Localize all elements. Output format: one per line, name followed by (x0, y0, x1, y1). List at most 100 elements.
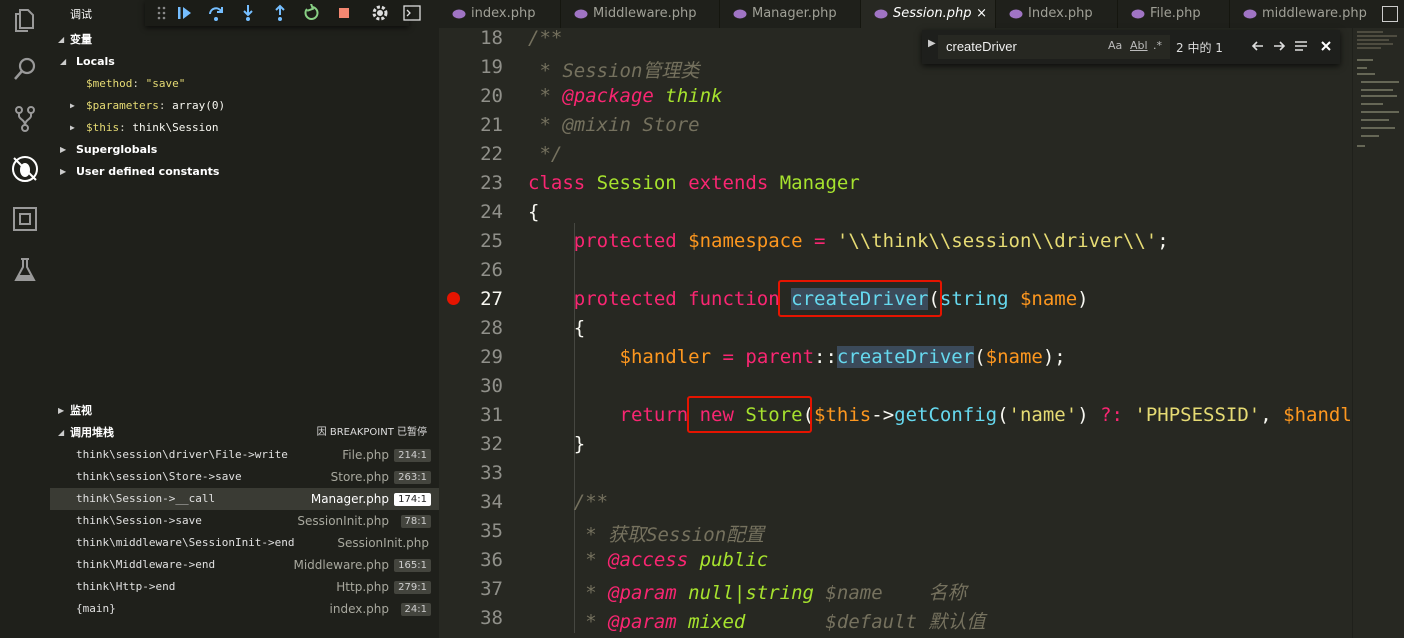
line-number: 30 (480, 375, 503, 397)
find-in-selection-icon[interactable] (1293, 38, 1309, 54)
line-number: 33 (480, 462, 503, 484)
line-number: 29 (480, 346, 503, 368)
regex-toggle[interactable]: .* (1153, 39, 1162, 52)
chevron-down-icon: ◢ (60, 57, 67, 66)
debug-console-icon[interactable] (403, 5, 421, 21)
code-line: * @package think (528, 85, 723, 107)
line-number: 37 (480, 578, 503, 600)
line-number: 26 (480, 259, 503, 281)
continue-icon[interactable] (175, 4, 193, 22)
code-line: * 获取Session配置 (528, 524, 765, 546)
chevron-down-icon: ◢ (58, 35, 65, 44)
minimap-preview (1357, 31, 1399, 147)
code-line: */ (528, 143, 563, 165)
find-match-count: 2 中的 1 (1176, 41, 1223, 55)
php-file-icon (733, 9, 747, 19)
php-file-icon (574, 9, 588, 19)
step-into-icon[interactable] (239, 4, 257, 22)
line-number: 35 (480, 520, 503, 542)
line-number: 20 (480, 85, 503, 107)
callstack-frame[interactable]: think\Session->save SessionInit.php 78:1 (50, 510, 439, 532)
superglobals-scope[interactable]: ▶ Superglobals (50, 139, 439, 161)
callstack-frame-selected[interactable]: think\Session->__call Manager.php 174:1 (50, 488, 439, 510)
tab-manager-php[interactable]: Manager.php (720, 0, 861, 28)
step-over-icon[interactable] (207, 4, 225, 22)
line-number: 25 (480, 230, 503, 252)
callstack-frame[interactable]: think\Http->end Http.php 279:1 (50, 576, 439, 598)
close-icon[interactable]: × (976, 0, 987, 28)
line-number: 22 (480, 143, 503, 165)
chevron-right-icon: ▶ (60, 167, 67, 176)
code-line: class Session extends Manager (528, 172, 860, 194)
callstack-frame[interactable]: think\session\Store->save Store.php 263:… (50, 466, 439, 488)
annotation-box (778, 280, 942, 317)
chevron-right-icon: ▶ (70, 101, 75, 110)
code-line: protected $namespace = '\\think\\session… (573, 230, 1169, 252)
callstack-frame[interactable]: think\middleware\SessionInit->end Sessio… (50, 532, 439, 554)
find-widget: ▶ createDriver Aa Abl .* 2 中的 1 (922, 30, 1340, 64)
debug-icon[interactable] (11, 155, 39, 183)
line-number: 18 (480, 28, 503, 49)
line-number: 24 (480, 201, 503, 223)
gear-icon[interactable] (370, 3, 390, 23)
tab-index-php[interactable]: index.php (439, 0, 561, 28)
arrow-left-icon[interactable] (1250, 38, 1266, 54)
source-control-icon[interactable] (11, 105, 39, 133)
arrow-right-icon[interactable] (1271, 38, 1287, 54)
callstack-frame[interactable]: think\session\driver\File->write File.ph… (50, 444, 439, 466)
chevron-right-icon: ▶ (58, 406, 65, 415)
line-number: 21 (480, 114, 503, 136)
code-line: } (528, 433, 586, 455)
drag-handle-icon[interactable] (153, 4, 171, 22)
tab-index-php-2[interactable]: Index.php (996, 0, 1118, 28)
code-line: /** (528, 28, 563, 49)
chevron-right-icon[interactable]: ▶ (928, 38, 936, 49)
match-case-toggle[interactable]: Aa (1108, 39, 1122, 52)
variable-row[interactable]: ▶ $this: think\Session (50, 117, 439, 139)
explorer-icon[interactable] (11, 6, 39, 34)
stop-icon[interactable] (335, 4, 353, 22)
callstack-section-header[interactable]: ◢ 调用堆栈 因 BREAKPOINT 已暂停 (50, 422, 439, 444)
code-editor[interactable]: 18 19 20 21 22 23 24 25 26 27 28 29 30 3… (439, 28, 1352, 638)
line-number: 34 (480, 491, 503, 513)
step-out-icon[interactable] (271, 4, 289, 22)
whole-word-toggle[interactable]: Abl (1130, 39, 1148, 52)
debug-sidebar: 调试 ◢ 变量 ◢ Locals $method: "save" ▶ $para… (50, 0, 439, 638)
code-line: { (528, 201, 540, 223)
line-number: 38 (480, 607, 503, 629)
annotation-box (687, 396, 812, 433)
user-constants-scope[interactable]: ▶ User defined constants (50, 161, 439, 183)
tab-session-php[interactable]: Session.php × (861, 0, 996, 28)
variable-row[interactable]: ▶ $parameters: array(0) (50, 95, 439, 117)
tab-file-php[interactable]: File.php (1118, 0, 1230, 28)
locals-scope[interactable]: ◢ Locals (50, 51, 439, 73)
split-editor-icon[interactable] (1382, 6, 1398, 22)
php-file-icon (1243, 9, 1257, 19)
variable-row[interactable]: $method: "save" (50, 73, 439, 95)
php-file-icon (1009, 9, 1023, 19)
chevron-right-icon: ▶ (70, 123, 75, 132)
code-line: return new Store($this->getConfig('name'… (619, 404, 1352, 426)
minimap[interactable] (1352, 28, 1404, 638)
search-icon[interactable] (11, 55, 39, 83)
close-icon[interactable] (1318, 38, 1334, 54)
test-flask-icon[interactable] (11, 256, 39, 284)
tab-middleware-php[interactable]: Middleware.php (561, 0, 720, 28)
php-file-icon (452, 9, 466, 19)
php-file-icon (874, 9, 888, 19)
variables-section-header[interactable]: ◢ 变量 (50, 29, 439, 51)
code-line: $handler = parent::createDriver($name); (619, 346, 1066, 368)
restart-icon[interactable] (303, 4, 321, 22)
line-number: 27 (480, 288, 503, 310)
watch-section-header[interactable]: ▶ 监视 (50, 400, 439, 422)
sidebar-title: 调试 (70, 8, 92, 21)
callstack-frame[interactable]: think\Middleware->end Middleware.php 165… (50, 554, 439, 576)
callstack-frame[interactable]: {main} index.php 24:1 (50, 598, 439, 620)
code-line: * @mixin Store (528, 114, 700, 136)
code-line: * @access public (528, 549, 769, 571)
tab-middleware-php-2[interactable]: middleware.php (1230, 0, 1370, 28)
extensions-icon[interactable] (11, 205, 39, 233)
chevron-down-icon: ◢ (58, 428, 65, 437)
line-number: 31 (480, 404, 503, 426)
code-line: * Session管理类 (528, 60, 700, 82)
